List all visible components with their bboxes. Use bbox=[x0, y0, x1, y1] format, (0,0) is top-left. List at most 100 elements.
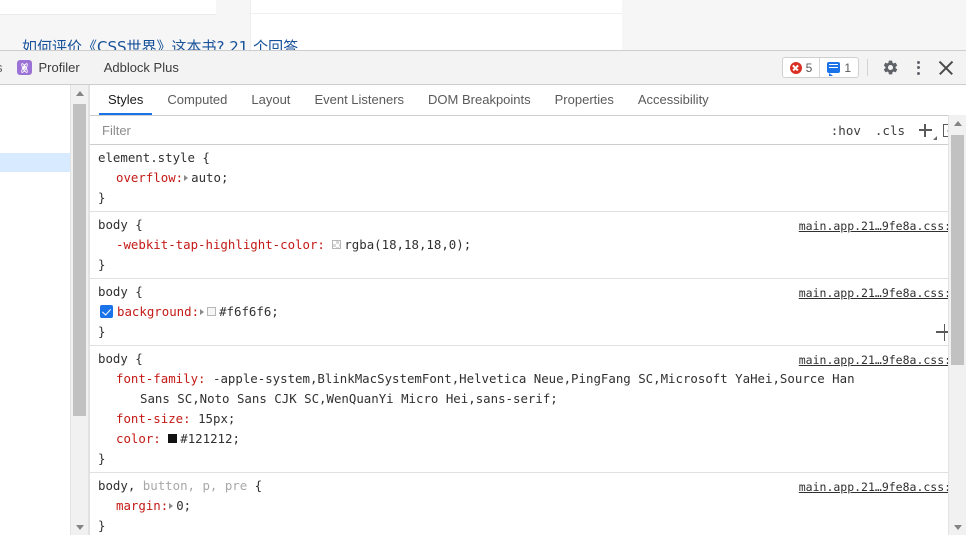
tab-dom-breakpoints[interactable]: DOM Breakpoints bbox=[416, 86, 543, 115]
css-rule-body-font[interactable]: body { main.app.21…9fe8a.css:1 font-fami… bbox=[90, 346, 966, 473]
tab-properties-label: Properties bbox=[554, 92, 614, 107]
declaration-tap-highlight[interactable]: -webkit-tap-highlight-color: rgba(18,18,… bbox=[90, 235, 966, 255]
stylesheet-source-link[interactable]: main.app.21…9fe8a.css:1 bbox=[799, 350, 958, 370]
rule-close-brace: } bbox=[98, 190, 106, 205]
color-swatch-icon[interactable] bbox=[168, 434, 178, 443]
message-badge[interactable]: 1 bbox=[819, 58, 858, 77]
panel-tab-adblock-plus[interactable]: Adblock Plus bbox=[92, 51, 191, 84]
rule-close-brace: } bbox=[98, 451, 106, 466]
scroll-down-arrow-icon[interactable] bbox=[71, 519, 88, 535]
declaration-value[interactable]: 15px; bbox=[191, 411, 235, 426]
error-count: 5 bbox=[805, 60, 813, 75]
css-rule-element-style[interactable]: element.style { overflow: auto; } bbox=[90, 145, 966, 212]
react-profiler-icon bbox=[16, 60, 32, 75]
stylesheet-source-link[interactable]: main.app.21…9fe8a.css:1 bbox=[799, 477, 958, 497]
declaration-property[interactable]: font-size: bbox=[116, 411, 191, 426]
background-page-left-card bbox=[0, 0, 216, 15]
rule-close-brace: } bbox=[98, 518, 106, 533]
rule-close-brace: } bbox=[98, 257, 106, 272]
declaration-property[interactable]: overflow: bbox=[116, 170, 183, 185]
declaration-value[interactable]: #121212; bbox=[180, 431, 240, 446]
background-page: 如何评价《CSS世界》这本书? 21 个回答 bbox=[0, 0, 966, 56]
devtools-panel-tabbar: s Profiler Adblock Plus 5 bbox=[0, 51, 966, 85]
panel-tab-profiler-label: Profiler bbox=[38, 60, 80, 75]
color-swatch-icon[interactable] bbox=[207, 307, 217, 316]
tab-accessibility-label: Accessibility bbox=[637, 92, 709, 107]
dom-selected-node-row[interactable] bbox=[0, 153, 70, 172]
tab-layout[interactable]: Layout bbox=[239, 86, 302, 115]
more-options-button[interactable] bbox=[904, 54, 932, 82]
declaration-value[interactable]: rgba(18,18,18,0); bbox=[344, 237, 471, 252]
css-rule-body-background[interactable]: body { main.app.21…9fe8a.css:1 backgroun… bbox=[90, 279, 966, 346]
declaration-font-family[interactable]: font-family: -apple-system,BlinkMacSyste… bbox=[90, 369, 966, 389]
expand-arrow-icon[interactable] bbox=[200, 309, 205, 315]
tab-event-listeners[interactable]: Event Listeners bbox=[302, 86, 416, 115]
scroll-down-arrow-icon[interactable] bbox=[949, 519, 966, 535]
filter-input[interactable] bbox=[100, 121, 744, 139]
stylesheet-source-link[interactable]: main.app.21…9fe8a.css:1 bbox=[799, 283, 958, 303]
dom-scrollbar-thumb[interactable] bbox=[73, 104, 86, 416]
declaration-property[interactable]: background: bbox=[117, 304, 199, 319]
declaration-value[interactable]: #f6f6f6; bbox=[219, 304, 279, 319]
declaration-enabled-checkbox[interactable] bbox=[100, 305, 113, 318]
declaration-property[interactable]: font-family: bbox=[116, 371, 206, 386]
error-icon bbox=[789, 61, 802, 74]
rule-selector-brace: { bbox=[247, 478, 263, 493]
dom-tree-strip[interactable] bbox=[0, 85, 70, 535]
scroll-up-arrow-icon[interactable] bbox=[949, 115, 966, 132]
rule-close-brace: } bbox=[98, 324, 106, 339]
expand-arrow-icon[interactable] bbox=[184, 175, 189, 181]
tab-accessibility[interactable]: Accessibility bbox=[626, 86, 721, 115]
kebab-menu-icon bbox=[916, 60, 920, 75]
declaration-value[interactable]: auto; bbox=[191, 170, 228, 185]
toggle-hover-state-button[interactable]: :hov bbox=[824, 123, 868, 138]
css-rule-body-tap-highlight[interactable]: body { main.app.21…9fe8a.css:1 -webkit-t… bbox=[90, 212, 966, 279]
css-rules-list[interactable]: element.style { overflow: auto; } body { … bbox=[90, 145, 966, 535]
declaration-font-family-wrap[interactable]: Sans SC,Noto Sans CJK SC,WenQuanYi Micro… bbox=[90, 389, 966, 409]
gear-icon bbox=[882, 59, 899, 76]
declaration-background[interactable]: background: #f6f6f6; bbox=[90, 302, 966, 322]
rule-selector[interactable]: element.style { bbox=[90, 148, 966, 168]
declaration-font-size[interactable]: font-size: 15px; bbox=[90, 409, 966, 429]
styles-filter-tools: :hov .cls bbox=[824, 116, 962, 144]
message-count: 1 bbox=[844, 60, 851, 75]
background-page-right-strip bbox=[622, 0, 966, 50]
plus-icon bbox=[918, 123, 932, 137]
color-swatch-icon[interactable] bbox=[332, 240, 342, 249]
declaration-value[interactable]: 0; bbox=[176, 498, 191, 513]
css-rule-body-button-p-pre[interactable]: body, button, p, pre { main.app.21…9fe8a… bbox=[90, 473, 966, 535]
error-badge[interactable]: 5 bbox=[783, 58, 820, 77]
chevron-down-icon bbox=[929, 136, 937, 140]
issue-badges: 5 1 bbox=[781, 57, 859, 78]
tab-styles-label: Styles bbox=[108, 92, 144, 107]
rule-selector-matched[interactable]: body, bbox=[98, 478, 135, 493]
styles-pane: Styles Computed Layout Event Listeners D… bbox=[89, 85, 966, 535]
tab-properties[interactable]: Properties bbox=[543, 86, 626, 115]
declaration-overflow[interactable]: overflow: auto; bbox=[90, 168, 966, 188]
devtools-body: Styles Computed Layout Event Listeners D… bbox=[0, 85, 966, 535]
declaration-color[interactable]: color: #121212; bbox=[90, 429, 966, 449]
devtools-screenshot: 如何评价《CSS世界》这本书? 21 个回答 s Profiler Adbloc… bbox=[0, 0, 966, 535]
declaration-property[interactable]: -webkit-tap-highlight-color: bbox=[116, 237, 325, 252]
scroll-up-arrow-icon[interactable] bbox=[71, 85, 88, 102]
tab-styles[interactable]: Styles bbox=[96, 86, 155, 115]
tab-computed[interactable]: Computed bbox=[155, 86, 239, 115]
dom-tree-scrollbar[interactable] bbox=[70, 85, 89, 535]
card-divider bbox=[251, 13, 623, 14]
tab-layout-label: Layout bbox=[251, 92, 291, 107]
stylesheet-source-link[interactable]: main.app.21…9fe8a.css:1 bbox=[799, 216, 958, 236]
declaration-property[interactable]: color: bbox=[116, 431, 161, 446]
toggle-element-class-button[interactable]: .cls bbox=[868, 123, 912, 138]
declaration-property[interactable]: margin: bbox=[116, 498, 168, 513]
expand-arrow-icon[interactable] bbox=[169, 503, 174, 509]
styles-scrollbar-thumb[interactable] bbox=[951, 135, 964, 365]
tab-dom-breakpoints-label: DOM Breakpoints bbox=[428, 92, 531, 107]
new-style-rule-button[interactable] bbox=[912, 117, 938, 143]
rule-selector-unmatched[interactable]: button, p, pre bbox=[135, 478, 247, 493]
declaration-value[interactable]: -apple-system,BlinkMacSystemFont,Helveti… bbox=[206, 371, 855, 386]
settings-button[interactable] bbox=[876, 54, 904, 82]
panel-tab-profiler[interactable]: Profiler bbox=[5, 51, 92, 84]
close-devtools-button[interactable] bbox=[932, 54, 960, 82]
declaration-margin[interactable]: margin: 0; bbox=[90, 496, 966, 516]
styles-scrollbar[interactable] bbox=[948, 115, 966, 535]
